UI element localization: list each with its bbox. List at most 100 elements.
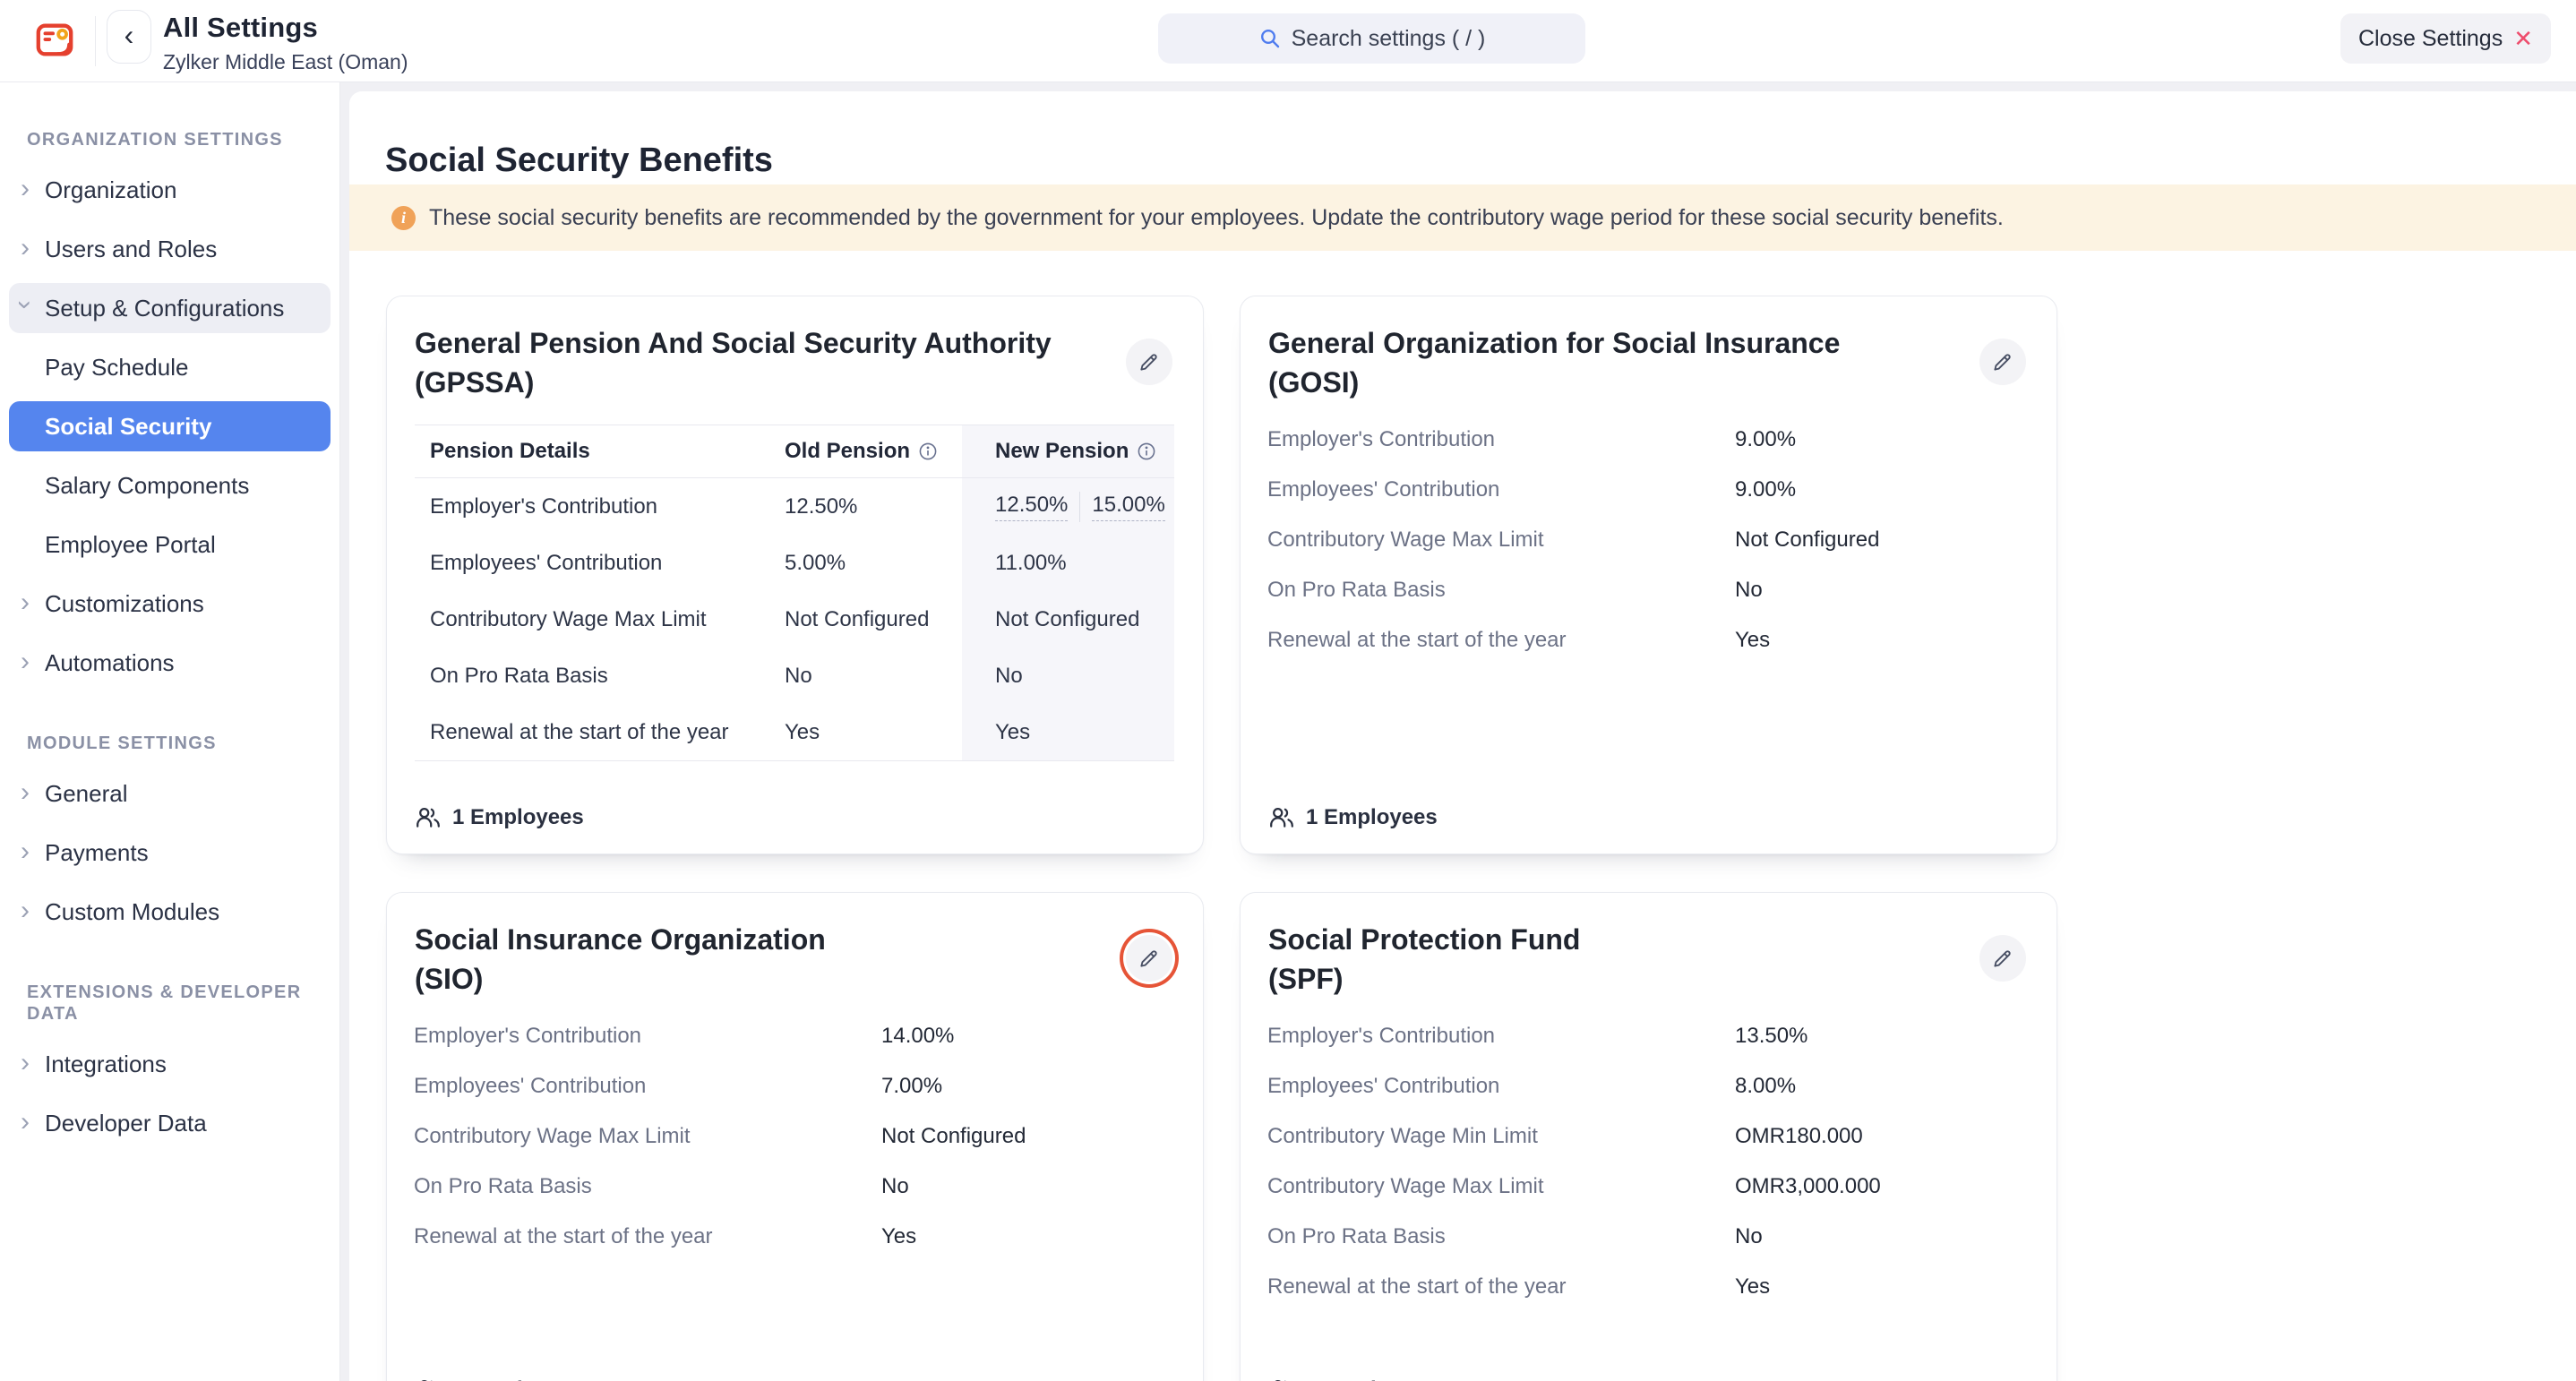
employees-icon: [1268, 1377, 1295, 1381]
old-pension-info-icon[interactable]: [918, 442, 938, 461]
list-item: On Pro Rata BasisNo: [414, 1162, 1175, 1212]
new-pension-split-values: 12.50% 15.00%: [962, 478, 1174, 535]
chevron-right-icon: ›: [21, 838, 30, 865]
list-item: Employees' Contribution9.00%: [1267, 465, 2029, 515]
table-row: On Pro Rata Basis No No: [415, 648, 1174, 704]
sidebar-item-setup-and-configurations[interactable]: › Setup & Configurations: [9, 283, 331, 333]
chevron-left-icon: ‹: [125, 19, 134, 52]
back-button[interactable]: ‹: [107, 10, 151, 64]
sio-details: Employer's Contribution14.00% Employees'…: [414, 1011, 1175, 1262]
list-item: On Pro Rata BasisNo: [1267, 1212, 2029, 1262]
pension-table: Pension Details Old Pension New Pension: [415, 425, 1174, 761]
sidebar-item-users-and-roles[interactable]: › Users and Roles: [9, 224, 331, 274]
search-settings-input[interactable]: Search settings ( / ): [1158, 13, 1585, 64]
top-header: ‹ All Settings Zylker Middle East (Oman)…: [0, 0, 2576, 82]
spf-edit-button[interactable]: [1979, 935, 2026, 982]
close-icon: ✕: [2513, 27, 2533, 50]
sidebar-section-organization-settings: ORGANIZATION SETTINGS: [9, 129, 331, 150]
list-item: Employer's Contribution13.50%: [1267, 1011, 2029, 1061]
page-context-title: All Settings: [163, 12, 408, 44]
sidebar-item-organization[interactable]: › Organization: [9, 165, 331, 215]
chevron-down-icon: ›: [12, 300, 39, 309]
employees-icon: [415, 804, 442, 831]
chevron-right-icon: ›: [21, 897, 30, 924]
sidebar-item-customizations[interactable]: › Customizations: [9, 579, 331, 629]
pencil-icon: [1991, 947, 2014, 970]
gpssa-card: General Pension And Social Security Auth…: [386, 296, 1204, 854]
table-row: Employees' Contribution 5.00% 11.00%: [415, 535, 1174, 591]
sidebar-section-module-settings: MODULE SETTINGS: [9, 733, 331, 754]
search-placeholder: Search settings ( / ): [1292, 26, 1486, 52]
sio-edit-button-highlighted[interactable]: [1126, 935, 1172, 982]
list-item: Employees' Contribution8.00%: [1267, 1061, 2029, 1111]
sidebar-item-automations[interactable]: › Automations: [9, 638, 331, 688]
sidebar-item-payments[interactable]: › Payments: [9, 828, 331, 878]
spf-details: Employer's Contribution13.50% Employees'…: [1267, 1011, 2029, 1312]
pension-table-header: Pension Details Old Pension New Pension: [415, 425, 1174, 478]
gosi-details: Employer's Contribution9.00% Employees' …: [1267, 415, 2029, 665]
list-item: Contributory Wage Max LimitNot Configure…: [414, 1111, 1175, 1162]
new-pension-new-rate[interactable]: 15.00%: [1092, 493, 1164, 521]
sidebar-item-general[interactable]: › General: [9, 768, 331, 819]
sidebar-item-social-security[interactable]: Social Security: [9, 401, 331, 451]
list-item: Contributory Wage Max LimitNot Configure…: [1267, 515, 2029, 565]
pension-details-header: Pension Details: [415, 425, 785, 477]
chevron-right-icon: ›: [21, 176, 30, 202]
sidebar-item-custom-modules[interactable]: › Custom Modules: [9, 887, 331, 937]
new-pension-old-rate[interactable]: 12.50%: [995, 493, 1068, 521]
sidebar-item-integrations[interactable]: › Integrations: [9, 1039, 331, 1089]
old-pension-header: Old Pension: [785, 425, 962, 477]
employees-icon: [1268, 804, 1295, 831]
new-pension-info-icon[interactable]: [1137, 442, 1156, 461]
pencil-icon: [1991, 350, 2014, 373]
employees-count: 1 Employees: [415, 1377, 584, 1381]
header-titles: All Settings Zylker Middle East (Oman): [163, 12, 408, 74]
sidebar-item-pay-schedule[interactable]: Pay Schedule: [9, 342, 331, 392]
new-pension-header: New Pension: [962, 425, 1174, 477]
list-item: Employer's Contribution14.00%: [414, 1011, 1175, 1061]
info-banner-text: These social security benefits are recom…: [429, 205, 2004, 231]
list-item: Renewal at the start of the yearYes: [1267, 615, 2029, 665]
list-item: Employees' Contribution7.00%: [414, 1061, 1175, 1111]
info-banner: i These social security benefits are rec…: [349, 184, 2576, 251]
employees-count: 1 Employees: [1268, 1377, 1438, 1381]
chevron-right-icon: ›: [21, 589, 30, 616]
table-row: Employer's Contribution 12.50% 12.50% 15…: [415, 478, 1174, 535]
list-item: Renewal at the start of the yearYes: [414, 1212, 1175, 1262]
gosi-card-title: General Organization for Social Insuranc…: [1241, 296, 2057, 402]
sidebar-section-extensions-developer-data: EXTENSIONS & DEVELOPER DATA: [9, 982, 331, 1025]
employees-count: 1 Employees: [415, 804, 584, 831]
info-icon: i: [391, 206, 416, 230]
chevron-right-icon: ›: [21, 235, 30, 262]
pencil-icon: [1138, 350, 1161, 373]
table-row: Renewal at the start of the year Yes Yes: [415, 704, 1174, 760]
chevron-right-icon: ›: [21, 1109, 30, 1136]
chevron-right-icon: ›: [21, 1050, 30, 1076]
sio-card: Social Insurance Organization (SIO) Empl…: [386, 892, 1204, 1381]
sidebar-item-salary-components[interactable]: Salary Components: [9, 460, 331, 510]
list-item: On Pro Rata BasisNo: [1267, 565, 2029, 615]
search-icon: [1258, 27, 1282, 50]
list-item: Contributory Wage Max LimitOMR3,000.000: [1267, 1162, 2029, 1212]
sidebar-item-employee-portal[interactable]: Employee Portal: [9, 519, 331, 570]
spf-card-title: Social Protection Fund (SPF): [1241, 893, 2057, 999]
pencil-icon: [1138, 947, 1161, 970]
payroll-app-logo-icon: [34, 20, 75, 61]
table-row: Contributory Wage Max Limit Not Configur…: [415, 591, 1174, 648]
sidebar-item-developer-data[interactable]: › Developer Data: [9, 1098, 331, 1148]
settings-sidebar: ORGANIZATION SETTINGS › Organization › U…: [0, 82, 340, 1381]
gpssa-card-title: General Pension And Social Security Auth…: [387, 296, 1203, 402]
list-item: Contributory Wage Min LimitOMR180.000: [1267, 1111, 2029, 1162]
close-settings-button[interactable]: Close Settings ✕: [2340, 13, 2551, 64]
chevron-right-icon: ›: [21, 779, 30, 806]
gosi-edit-button[interactable]: [1979, 339, 2026, 385]
list-item: Employer's Contribution9.00%: [1267, 415, 2029, 465]
header-divider: [95, 16, 96, 66]
chevron-right-icon: ›: [21, 648, 30, 675]
spf-card: Social Protection Fund (SPF) Employer's …: [1240, 892, 2057, 1381]
value-divider: [1079, 492, 1080, 522]
gpssa-edit-button[interactable]: [1126, 339, 1172, 385]
list-item: Renewal at the start of the yearYes: [1267, 1262, 2029, 1312]
gosi-card: General Organization for Social Insuranc…: [1240, 296, 2057, 854]
main-content: Social Security Benefits i These social …: [349, 91, 2576, 1381]
